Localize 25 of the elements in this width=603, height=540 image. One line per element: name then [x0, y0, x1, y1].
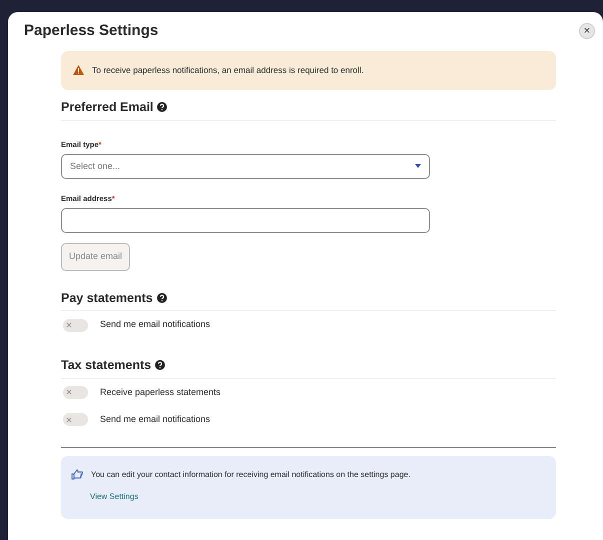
close-button[interactable]: × — [579, 23, 595, 39]
caret-icon — [415, 164, 421, 168]
section-heading: Tax statements — [61, 356, 152, 374]
toggle-label: Send me email notifications — [100, 318, 210, 332]
select-field[interactable]: Select one... — [61, 154, 430, 179]
section-heading: Preferred Email — [61, 98, 154, 116]
alert-text: To receive paperless notifications, an email address is required to enroll. — [92, 64, 364, 77]
cross-icon — [66, 416, 72, 423]
toggle-label: Send me email notifications — [100, 413, 210, 426]
section-heading: Pay statements — [61, 290, 153, 307]
info-text: You can edit your contact information for receiving email notifications on the settings page. — [91, 468, 410, 480]
toggle-switch[interactable] — [63, 318, 88, 332]
help-icon[interactable] — [157, 102, 168, 112]
input-field[interactable] — [61, 208, 430, 233]
toggle-label: Receive paperless statements — [100, 386, 221, 399]
cross-icon — [66, 389, 72, 396]
dialog-title: Paperless Settings — [24, 22, 158, 40]
help-icon[interactable] — [155, 360, 166, 370]
settings-link[interactable]: View Settings — [90, 490, 138, 502]
help-icon[interactable] — [156, 292, 167, 303]
warning-icon — [73, 65, 84, 76]
pointing-hand-icon — [71, 469, 83, 480]
toggle-switch[interactable] — [63, 386, 88, 399]
cross-icon — [66, 322, 72, 328]
toggle-switch[interactable] — [63, 413, 88, 426]
